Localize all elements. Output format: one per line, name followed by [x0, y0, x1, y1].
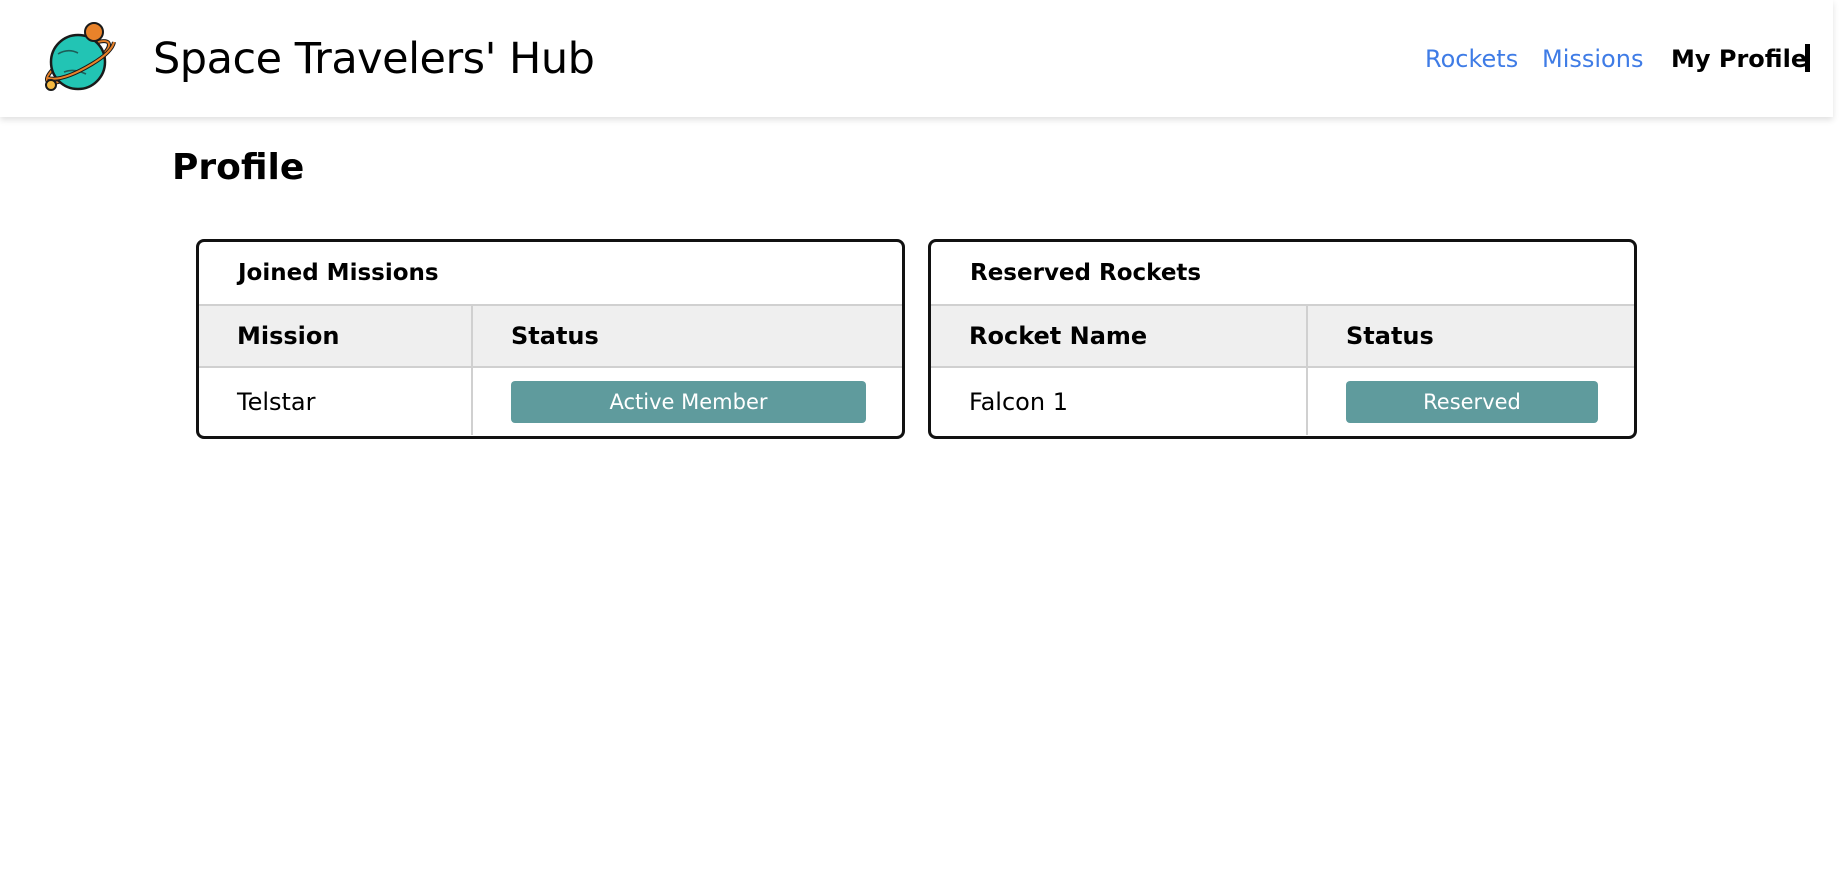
column-header-mission: Mission	[199, 304, 472, 367]
planet-logo-icon[interactable]	[42, 20, 120, 96]
joined-missions-table: Mission Status Telstar Active Member	[199, 304, 902, 435]
reserved-rockets-title: Reserved Rockets	[970, 260, 1202, 286]
active-member-badge: Active Member	[511, 380, 866, 423]
nav-link-my-profile[interactable]: My Profile	[1671, 44, 1807, 74]
mission-status-cell: Active Member	[471, 366, 902, 435]
table-header-row: Rocket Name Status	[931, 304, 1634, 367]
active-nav-indicator	[1805, 44, 1810, 72]
table-header-row: Mission Status	[199, 304, 902, 367]
app-root: Space Travelers' Hub Rockets Missions My…	[0, 0, 1839, 892]
reserved-rockets-panel: Reserved Rockets Rocket Name Status Falc…	[928, 239, 1637, 439]
column-header-rocket-name: Rocket Name	[931, 304, 1307, 367]
page-title: Profile	[172, 147, 305, 188]
rocket-name-cell: Falcon 1	[931, 366, 1307, 435]
nav-link-rockets[interactable]: Rockets	[1425, 44, 1518, 74]
nav-link-missions[interactable]: Missions	[1542, 44, 1643, 74]
reserved-rockets-table: Rocket Name Status Falcon 1 Reserved	[931, 304, 1634, 435]
rocket-status-cell: Reserved	[1306, 366, 1634, 435]
joined-missions-panel: Joined Missions Mission Status Telstar A…	[196, 239, 905, 439]
top-navbar: Space Travelers' Hub Rockets Missions My…	[0, 0, 1833, 117]
site-title: Space Travelers' Hub	[153, 34, 595, 84]
column-header-status: Status	[471, 304, 902, 367]
reserved-badge: Reserved	[1346, 380, 1598, 423]
mission-name-cell: Telstar	[199, 366, 472, 435]
joined-missions-title: Joined Missions	[238, 260, 439, 286]
table-row: Telstar Active Member	[199, 366, 902, 435]
table-row: Falcon 1 Reserved	[931, 366, 1634, 435]
column-header-status: Status	[1306, 304, 1634, 367]
